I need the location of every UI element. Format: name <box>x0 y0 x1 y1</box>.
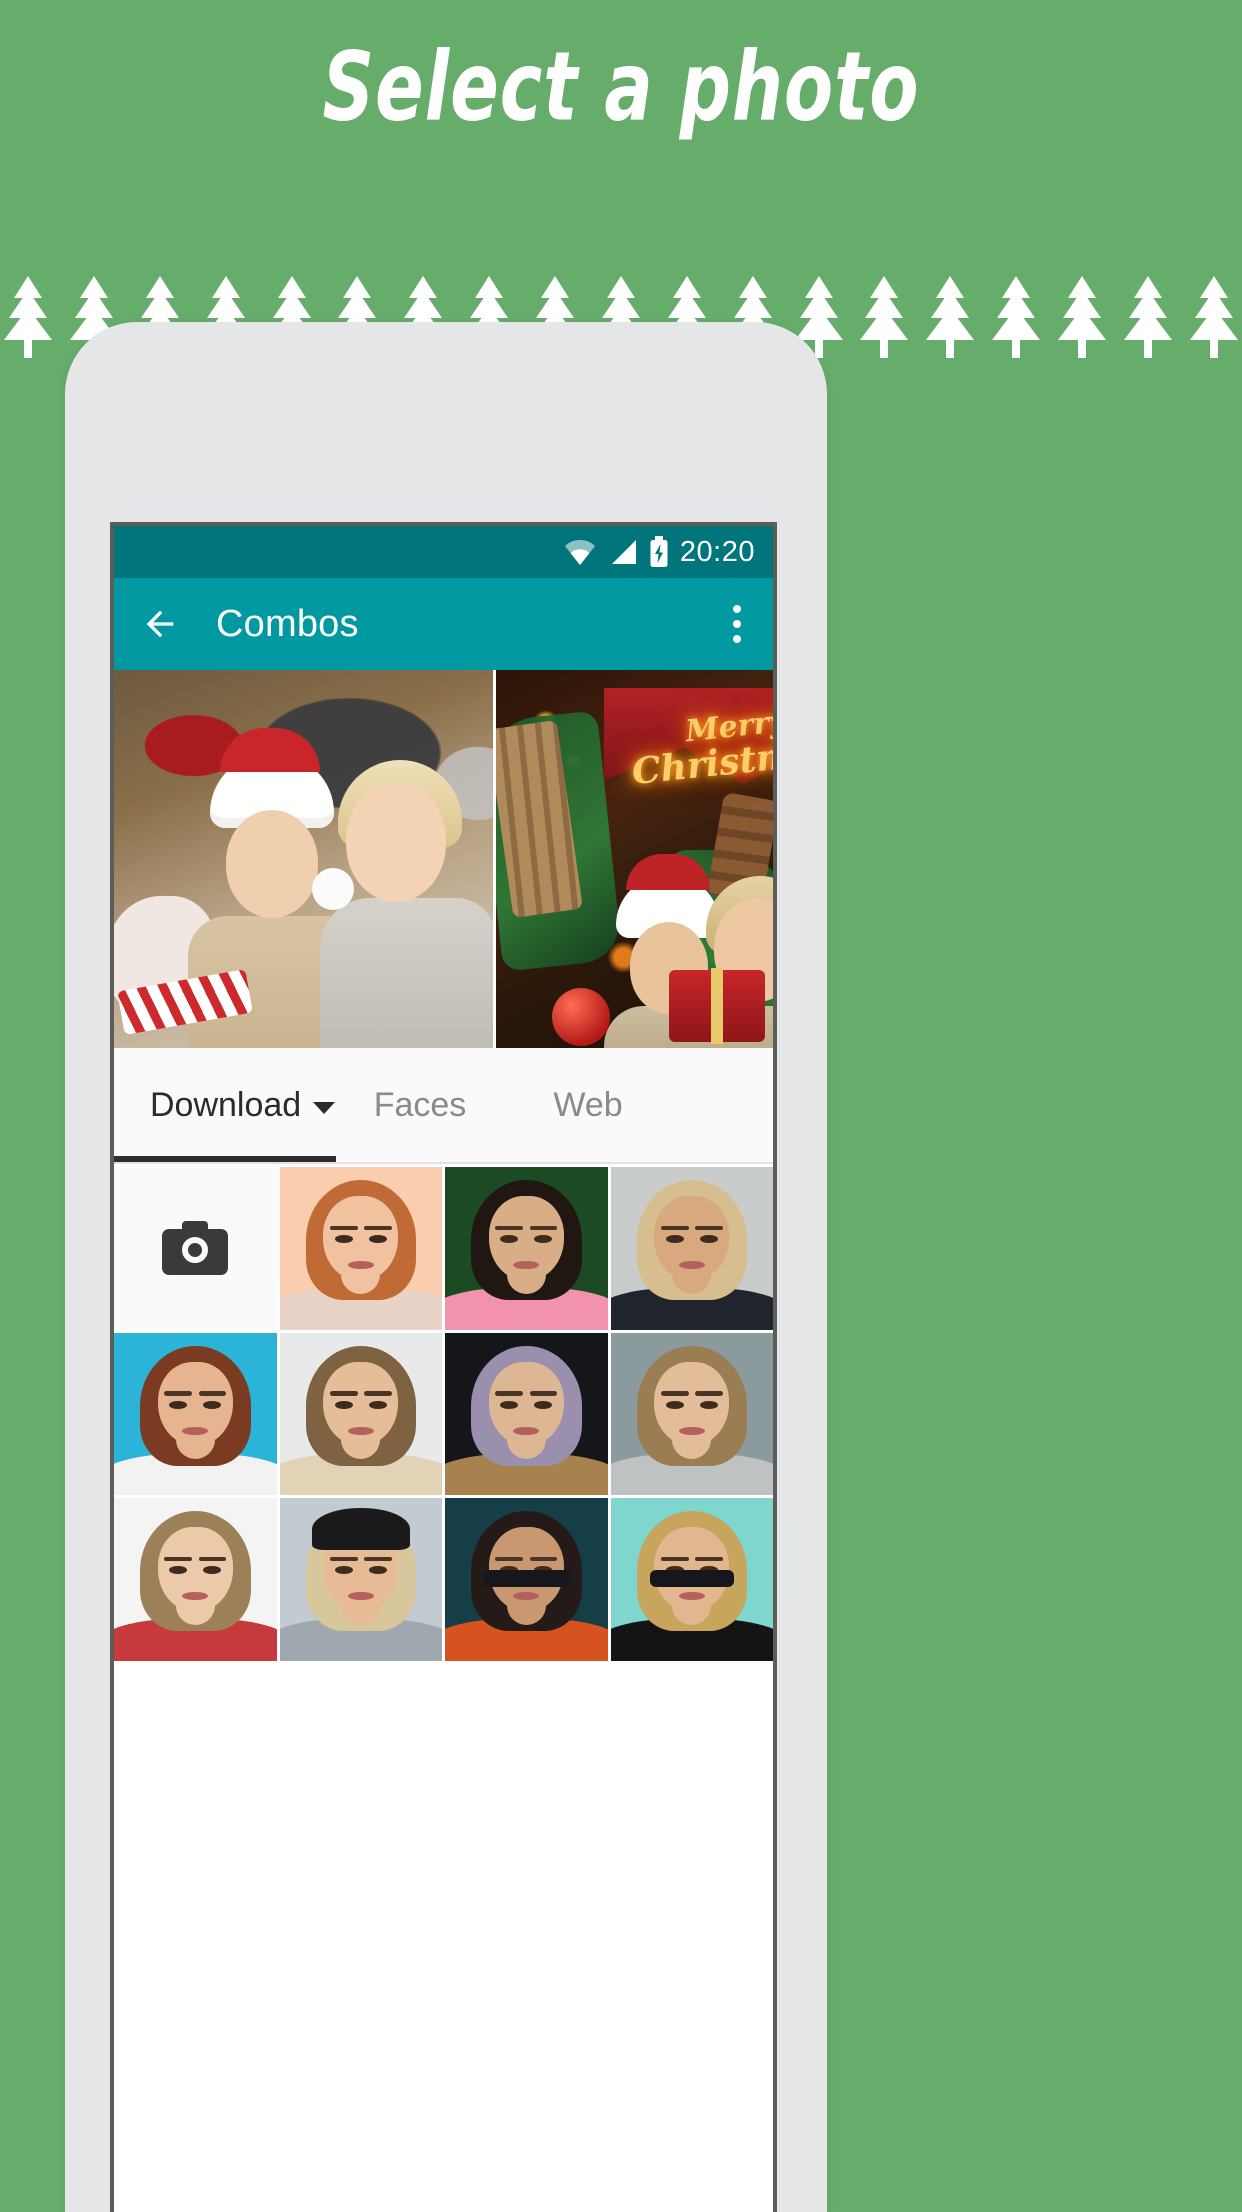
page-title: Select a photo <box>322 32 920 143</box>
portrait-thumbnail <box>445 1332 608 1495</box>
photo-tile-7[interactable] <box>610 1332 773 1495</box>
photo-tile-9[interactable] <box>279 1498 442 1661</box>
photo-tile-4[interactable] <box>114 1332 277 1495</box>
photo-tile-2[interactable] <box>445 1167 608 1330</box>
pine-tree-icon <box>992 276 1041 358</box>
pine-tree-icon <box>990 274 1042 360</box>
chevron-down-icon[interactable] <box>313 1102 336 1114</box>
phone-mockup: 20:20 Combos Merry Christmas Download Fa… <box>65 322 827 2212</box>
pine-tree-icon <box>2 274 54 360</box>
cellular-signal-icon <box>611 540 636 564</box>
portrait-thumbnail <box>279 1332 442 1495</box>
pine-tree-icon <box>858 274 910 360</box>
photo-tile-1[interactable] <box>279 1167 442 1330</box>
status-bar-clock: 20:20 <box>679 535 755 568</box>
phone-screen: 20:20 Combos Merry Christmas Download Fa… <box>110 522 777 2212</box>
combo-preview: Merry Christmas <box>114 670 773 1048</box>
pine-tree-icon <box>1122 274 1174 360</box>
pine-tree-icon <box>1056 274 1108 360</box>
app-bar: Combos <box>114 578 773 670</box>
app-bar-title: Combos <box>216 602 359 645</box>
photo-tile-11[interactable] <box>610 1498 773 1661</box>
camera-icon <box>162 1221 229 1276</box>
original-photo-preview[interactable] <box>114 670 493 1048</box>
tab-faces-label: Faces <box>373 1085 467 1124</box>
pine-tree-icon <box>926 276 975 358</box>
battery-charging-icon <box>650 536 668 567</box>
portrait-thumbnail <box>114 1332 277 1495</box>
portrait-thumbnail <box>279 1167 442 1330</box>
source-tabs: Download Faces Web <box>114 1048 773 1164</box>
status-bar: 20:20 <box>114 526 773 578</box>
christmas-combo-preview[interactable]: Merry Christmas <box>496 670 773 1048</box>
active-tab-indicator <box>114 1156 336 1162</box>
wifi-icon <box>564 540 595 565</box>
portrait-thumbnail <box>610 1167 773 1330</box>
photo-grid <box>114 1164 773 1661</box>
photo-tile-3[interactable] <box>610 1167 773 1330</box>
tab-faces[interactable]: Faces <box>336 1048 504 1162</box>
pine-tree-icon <box>924 274 976 360</box>
tab-download-label: Download <box>150 1085 302 1124</box>
photo-tile-8[interactable] <box>114 1498 277 1661</box>
portrait-thumbnail <box>114 1498 277 1661</box>
portrait-thumbnail <box>610 1498 773 1661</box>
pine-tree-icon <box>1188 274 1240 360</box>
pine-tree-icon <box>1123 276 1172 358</box>
open-camera-tile[interactable] <box>114 1167 277 1330</box>
pine-tree-icon <box>1058 276 1106 358</box>
back-arrow-icon[interactable] <box>140 604 180 644</box>
pine-tree-icon <box>860 276 909 358</box>
pine-tree-icon <box>4 276 52 358</box>
portrait-thumbnail <box>445 1167 608 1330</box>
portrait-thumbnail <box>279 1498 442 1661</box>
photo-tile-5[interactable] <box>279 1332 442 1495</box>
tab-download[interactable]: Download <box>114 1048 336 1162</box>
pine-tree-icon <box>1189 276 1238 358</box>
photo-tile-6[interactable] <box>445 1332 608 1495</box>
portrait-thumbnail <box>445 1498 608 1661</box>
tab-web[interactable]: Web <box>504 1048 672 1162</box>
tab-web-label: Web <box>553 1085 623 1124</box>
portrait-thumbnail <box>610 1332 773 1495</box>
photo-tile-10[interactable] <box>445 1498 608 1661</box>
overflow-menu-icon[interactable] <box>723 599 751 649</box>
